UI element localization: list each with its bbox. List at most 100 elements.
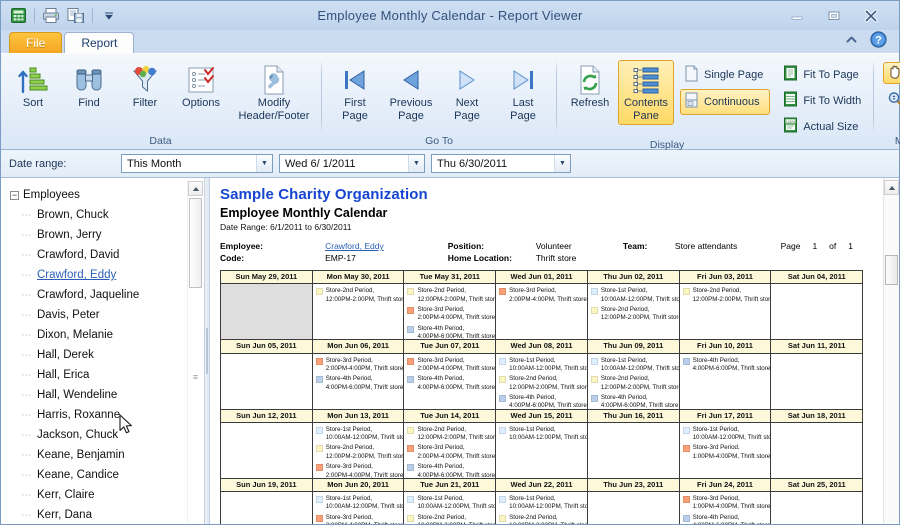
next-page-button[interactable]: Next Page (439, 60, 495, 125)
tree-item-employee[interactable]: ⋯Hall, Wendeline (8, 385, 187, 405)
calendar-day-cell[interactable]: Store-2nd Period,12:00PM-2:00PM, Thrift … (404, 423, 496, 478)
tree-item-employee[interactable]: ⋯Kerr, Claire (8, 485, 187, 505)
scroll-up-icon[interactable] (188, 181, 203, 196)
sidebar-scrollbar[interactable]: ≡ (187, 179, 203, 524)
maximize-button[interactable] (824, 8, 844, 24)
calendar-day-cell[interactable] (221, 354, 313, 409)
modify-header-footer-button[interactable]: Modify Header/Footer (232, 60, 316, 125)
calendar-event[interactable]: Store-2nd Period,12:00PM-2:00PM, Thrift … (591, 306, 677, 323)
calendar-day-cell[interactable]: Store-3rd Period,2:00PM-4:00PM, Thrift s… (313, 354, 405, 409)
tree-item-employee[interactable]: ⋯Hall, Erica (8, 365, 187, 385)
zoom-dynamic-button[interactable] (883, 90, 900, 112)
calendar-event[interactable]: Store-4th Period,4:00PM-6:00PM, Thrift s… (591, 394, 677, 409)
calendar-event[interactable]: Store-2nd Period,12:00PM-2:00PM, Thrift … (407, 514, 493, 524)
calendar-event[interactable]: Store-1st Period,10:00AM-12:00PM, Thrift… (591, 357, 677, 374)
calendar-day-cell[interactable]: Store-1st Period,10:00AM-12:00PM, Thrift… (588, 354, 680, 409)
report-scrollbar[interactable] (883, 178, 899, 524)
calendar-event[interactable]: Store-2nd Period,12:00PM-2:00PM, Thrift … (591, 375, 677, 392)
sort-button[interactable]: Sort (5, 60, 61, 113)
calendar-day-cell[interactable] (771, 423, 862, 478)
calendar-event[interactable]: Store-3rd Period,2:00PM-4:00PM, Thrift s… (499, 287, 585, 304)
calendar-event[interactable]: Store-2nd Period,12:00PM-2:00PM, Thrift … (316, 444, 402, 461)
tree-item-employee[interactable]: ⋯Brown, Chuck (8, 205, 187, 225)
tree-item-employee[interactable]: ⋯Keane, Benjamin (8, 445, 187, 465)
calendar-day-cell[interactable]: Store-1st Period,10:00AM-12:00PM, Thrift… (313, 423, 405, 478)
tree-item-employee[interactable]: ⋯Hall, Derek (8, 345, 187, 365)
tree-item-employee[interactable]: ⋯Crawford, Jaqueline (8, 285, 187, 305)
calendar-day-cell[interactable] (771, 354, 862, 409)
minimize-button[interactable] (787, 8, 807, 24)
calendar-event[interactable]: Store-4th Period,4:00PM-6:00PM, Thrift s… (316, 375, 402, 392)
calendar-day-cell[interactable] (221, 423, 313, 478)
chevron-down-icon[interactable]: ▼ (554, 155, 570, 172)
actual-size-button[interactable]: 100% Actual Size (779, 114, 868, 139)
calendar-event[interactable]: Store-2nd Period,12:00PM-2:00PM, Thrift … (407, 287, 493, 304)
tree-item-employee[interactable]: ⋯Davis, Peter (8, 305, 187, 325)
end-date-input[interactable]: Thu 6/30/2011 ▼ (431, 154, 571, 173)
calendar-event[interactable]: Store-1st Period,10:00AM-12:00PM, Thrift… (591, 287, 677, 304)
calendar-day-cell[interactable] (588, 492, 680, 524)
filter-button[interactable]: Filter (117, 60, 173, 113)
previous-page-button[interactable]: Previous Page (383, 60, 439, 125)
calendar-event[interactable]: Store-1st Period,10:00AM-12:00PM, Thrift… (499, 495, 585, 512)
tree-item-employee[interactable]: ⋯Jackson, Chuck (8, 425, 187, 445)
tab-file[interactable]: File (9, 32, 62, 53)
calendar-event[interactable]: Store-3rd Period,2:00PM-4:00PM, Thrift s… (316, 514, 402, 524)
calendar-day-cell[interactable]: Store-3rd Period,2:00PM-4:00PM, Thrift s… (496, 284, 588, 339)
calendar-event[interactable]: Store-1st Period,10:00AM-12:00PM, Thrift… (316, 426, 402, 443)
contents-pane-button[interactable]: Contents Pane (618, 60, 674, 125)
refresh-button[interactable]: Refresh (562, 60, 618, 113)
calendar-day-cell[interactable]: Store-2nd Period,12:00PM-2:00PM, Thrift … (404, 284, 496, 339)
find-button[interactable]: Find (61, 60, 117, 113)
tree-item-employee[interactable]: ⋯Harris, Roxanne (8, 405, 187, 425)
calendar-day-cell[interactable]: Store-1st Period,10:00AM-12:00PM, Thrift… (588, 284, 680, 339)
tree-item-employee[interactable]: ⋯Crawford, Eddy (8, 265, 187, 285)
calendar-day-cell[interactable] (221, 284, 313, 339)
calendar-day-cell[interactable]: Store-4th Period,4:00PM-6:00PM, Thrift s… (680, 354, 772, 409)
calendar-event[interactable]: Store-2nd Period,12:00PM-2:00PM, Thrift … (407, 426, 493, 443)
scrollbar-thumb[interactable] (885, 255, 898, 285)
calendar-day-cell[interactable]: Store-3rd Period,1:00PM-4:00PM, Thrift s… (680, 492, 772, 524)
tree-item-employee[interactable]: ⋯Crawford, David (8, 245, 187, 265)
calendar-day-cell[interactable] (771, 284, 862, 339)
calendar-day-cell[interactable]: Store-1st Period,10:00AM-12:00PM, Thrift… (496, 423, 588, 478)
tab-report[interactable]: Report (64, 32, 134, 53)
scroll-up-icon[interactable] (884, 180, 899, 195)
calendar-day-cell[interactable]: Store-2nd Period,12:00PM-2:00PM, Thrift … (680, 284, 772, 339)
tree-item-employee[interactable]: ⋯Keane, Candice (8, 465, 187, 485)
tree-root-employees[interactable]: − Employees (8, 185, 187, 205)
calendar-event[interactable]: Store-1st Period,10:00AM-12:00PM, Thrift… (407, 495, 493, 512)
start-date-input[interactable]: Wed 6/ 1/2011 ▼ (279, 154, 425, 173)
fit-to-page-button[interactable]: Fit To Page (779, 62, 868, 87)
calendar-event[interactable]: Store-1st Period,10:00AM-12:00PM, Thrift… (316, 495, 402, 512)
calendar-event[interactable]: Store-3rd Period,2:00PM-4:00PM, Thrift s… (407, 357, 493, 374)
calendar-day-cell[interactable]: Store-2nd Period,12:00PM-2:00PM, Thrift … (313, 284, 405, 339)
calendar-event[interactable]: Store-3rd Period,2:00PM-4:00PM, Thrift s… (316, 463, 402, 478)
close-button[interactable] (861, 8, 881, 24)
calendar-event[interactable]: Store-3rd Period,2:00PM-4:00PM, Thrift s… (316, 357, 402, 374)
options-button[interactable]: Options (173, 60, 229, 113)
scrollbar-thumb[interactable] (189, 198, 202, 288)
last-page-button[interactable]: Last Page (495, 60, 551, 125)
calendar-event[interactable]: Store-1st Period,10:00AM-12:00PM, Thrift… (499, 357, 585, 374)
calendar-event[interactable]: Store-4th Period,4:00PM-6:00PM, Thrift s… (683, 357, 769, 374)
calendar-event[interactable]: Store-3rd Period,2:00PM-4:00PM, Thrift s… (407, 306, 493, 323)
continuous-button[interactable]: Continuous (680, 89, 770, 115)
hand-pan-button[interactable] (883, 62, 900, 84)
tree-item-employee[interactable]: ⋯Brown, Jerry (8, 225, 187, 245)
calendar-event[interactable]: Store-3rd Period,1:00PM-4:00PM, Thrift s… (683, 495, 769, 512)
employee-tree[interactable]: − Employees ⋯Brown, Chuck⋯Brown, Jerry⋯C… (1, 179, 187, 524)
calendar-event[interactable]: Store-2nd Period,12:00PM-2:00PM, Thrift … (316, 287, 402, 304)
first-page-button[interactable]: First Page (327, 60, 383, 125)
help-icon[interactable]: ? (870, 31, 887, 51)
calendar-event[interactable]: Store-2nd Period,12:00PM-2:00PM, Thrift … (499, 375, 585, 392)
chevron-down-icon[interactable]: ▼ (408, 155, 424, 172)
fit-to-width-button[interactable]: Fit To Width (779, 88, 868, 113)
calendar-day-cell[interactable]: Store-3rd Period,2:00PM-4:00PM, Thrift s… (404, 354, 496, 409)
calendar-day-cell[interactable]: Store-1st Period,10:00AM-12:00PM, Thrift… (404, 492, 496, 524)
single-page-button[interactable]: Single Page (680, 62, 770, 88)
calendar-event[interactable]: Store-3rd Period,2:00PM-4:00PM, Thrift s… (407, 444, 493, 461)
calendar-event[interactable]: Store-4th Period,4:00PM-6:00PM, Thrift s… (407, 325, 493, 340)
collapse-icon[interactable]: − (10, 191, 19, 200)
calendar-day-cell[interactable]: Store-1st Period,10:00AM-12:00PM, Thrift… (496, 354, 588, 409)
